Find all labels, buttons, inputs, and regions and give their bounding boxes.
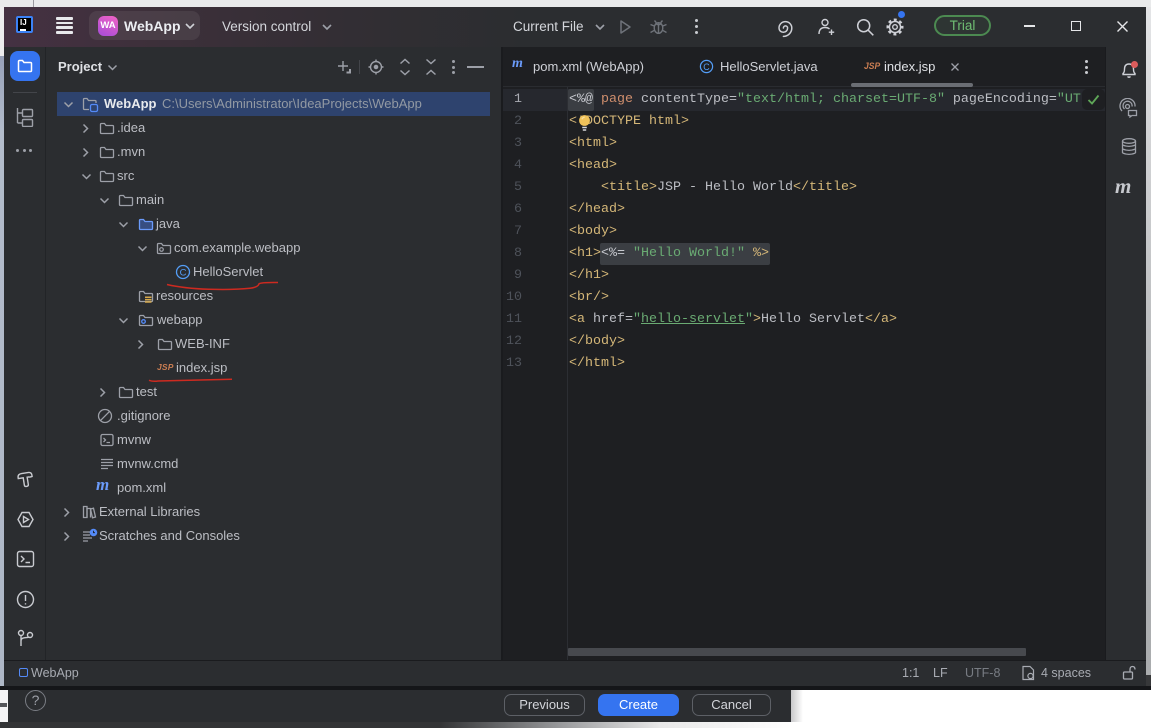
svg-text:C: C [703,62,710,72]
